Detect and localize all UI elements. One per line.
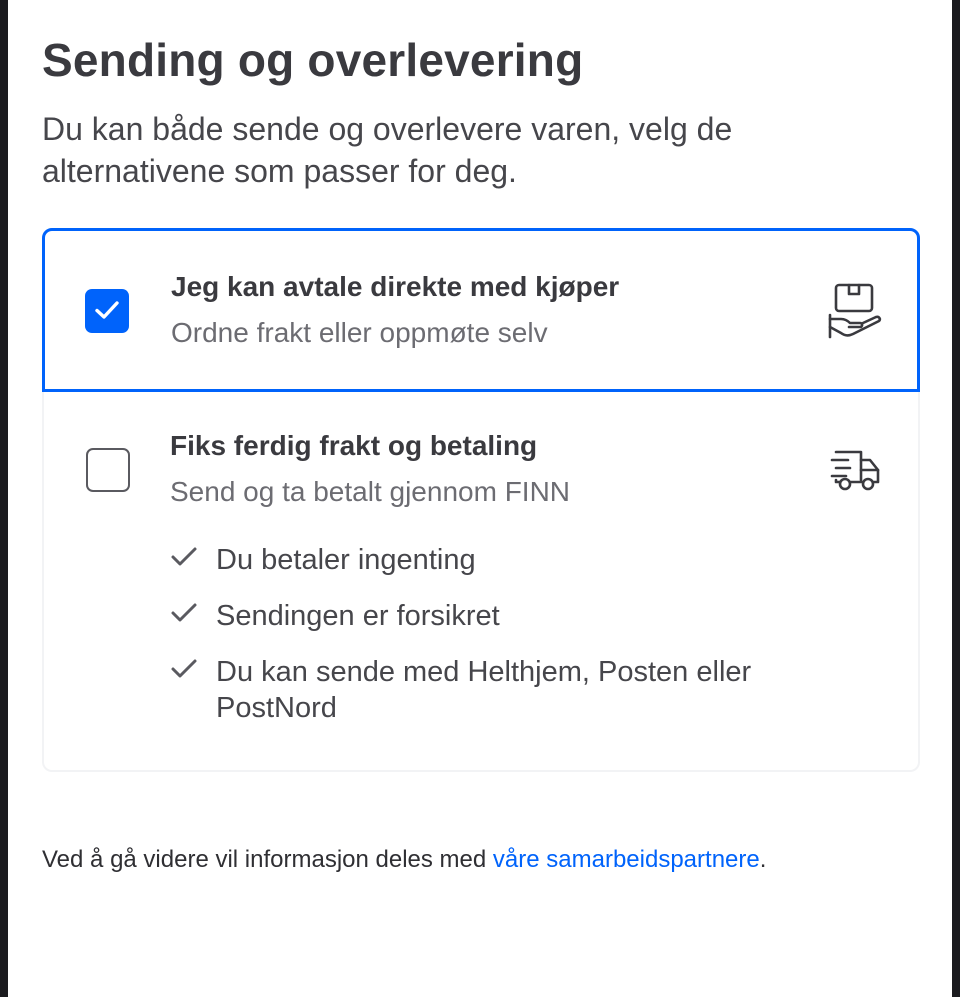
checkmark-icon bbox=[171, 547, 197, 566]
delivery-truck-icon bbox=[830, 450, 880, 491]
benefit-item: Du betaler ingenting bbox=[170, 542, 770, 578]
hand-package-icon bbox=[828, 283, 882, 339]
privacy-notice-text: Ved å gå videre vil informasjon deles me… bbox=[42, 846, 493, 873]
privacy-notice-suffix: . bbox=[759, 846, 767, 873]
checkmark-icon bbox=[95, 301, 119, 319]
benefit-text: Sendingen er forsikret bbox=[216, 600, 500, 632]
benefit-item: Sendingen er forsikret bbox=[170, 598, 770, 634]
screen: Sending og overlevering Du kan både send… bbox=[8, 0, 952, 997]
option-direct-deal[interactable]: Jeg kan avtale direkte med kjøper Ordne … bbox=[42, 228, 920, 392]
benefit-text: Du kan sende med Helthjem, Posten eller … bbox=[216, 656, 752, 724]
option-subtitle: Send og ta betalt gjennom FINN bbox=[170, 476, 571, 507]
partners-link[interactable]: våre samarbeidspartnere bbox=[493, 846, 760, 873]
page-title: Sending og overlevering bbox=[42, 34, 584, 86]
shipping-payment-checkbox[interactable] bbox=[86, 448, 130, 492]
option-title: Jeg kan avtale direkte med kjøper bbox=[171, 271, 620, 302]
direct-deal-checkbox[interactable] bbox=[85, 289, 129, 333]
privacy-notice: Ved å gå videre vil informasjon deles me… bbox=[42, 844, 766, 876]
checkmark-icon bbox=[171, 659, 197, 678]
option-title: Fiks ferdig frakt og betaling bbox=[170, 430, 538, 461]
benefit-text: Du betaler ingenting bbox=[216, 544, 476, 576]
benefit-list: Du betaler ingenting Sendingen er forsik… bbox=[170, 542, 770, 746]
page-intro: Du kan både sende og overlevere varen, v… bbox=[42, 111, 733, 189]
option-subtitle: Ordne frakt eller oppmøte selv bbox=[171, 317, 548, 348]
checkmark-icon bbox=[171, 603, 197, 622]
benefit-item: Du kan sende med Helthjem, Posten eller … bbox=[170, 654, 770, 726]
option-shipping-payment[interactable]: Fiks ferdig frakt og betaling Send og ta… bbox=[42, 392, 920, 772]
